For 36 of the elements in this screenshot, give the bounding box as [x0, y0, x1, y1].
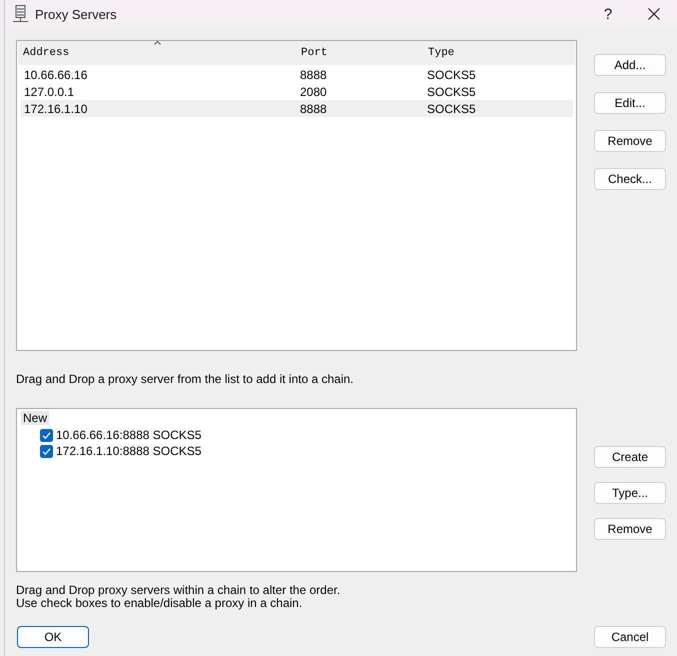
ok-button[interactable]: OK: [17, 626, 89, 648]
chain-action-button[interactable]: Remove: [594, 518, 666, 540]
port-cell: 8888: [300, 68, 327, 82]
address-cell: 127.0.0.1: [24, 84, 74, 98]
chain-hint-text: Drag and Drop proxy servers within a chain to alter the order.: [16, 584, 340, 597]
table-row[interactable]: 172.16.1.10 8888 SOCKS5: [21, 100, 573, 117]
column-header[interactable]: Port: [301, 47, 328, 59]
server-icon: [13, 5, 28, 23]
proxy-action-button[interactable]: Remove: [594, 130, 666, 152]
help-button[interactable]: ?: [585, 0, 631, 28]
proxy-action-button[interactable]: Add...: [594, 54, 666, 76]
port-cell: 8888: [300, 102, 327, 116]
address-cell: 172.16.1.10: [24, 102, 88, 116]
chain-action-button[interactable]: Create: [594, 446, 666, 468]
port-cell: 2080: [300, 84, 327, 98]
checkbox[interactable]: [40, 428, 53, 442]
table-row[interactable]: 127.0.0.1 2080 SOCKS5: [21, 83, 573, 100]
chain-action-button[interactable]: Type...: [594, 482, 666, 504]
table-row[interactable]: 10.66.66.16 8888 SOCKS5: [21, 66, 573, 83]
checkbox[interactable]: [40, 444, 53, 458]
proxy-entry-label: 10.66.66.16:8888 SOCKS5: [56, 428, 202, 442]
proxy-entry-label: 172.16.1.10:8888 SOCKS5: [56, 444, 202, 458]
type-cell: SOCKS5: [427, 84, 476, 98]
cancel-button[interactable]: Cancel: [594, 626, 666, 648]
list-hint-text: Drag and Drop a proxy server from the list to add it into a chain.: [16, 372, 354, 386]
close-icon: [648, 8, 660, 20]
proxy-action-button[interactable]: Edit...: [594, 92, 666, 114]
address-cell: 10.66.66.16: [24, 68, 88, 82]
window-title: Proxy Servers: [35, 6, 118, 22]
chain-item[interactable]: New: [21, 411, 50, 425]
chain-hint-text: Use check boxes to enable/disable a proxy in a chain.: [16, 597, 302, 610]
type-cell: SOCKS5: [427, 102, 476, 116]
type-cell: SOCKS5: [427, 68, 476, 82]
column-header[interactable]: Type: [428, 47, 454, 59]
column-header[interactable]: Address: [23, 47, 70, 59]
proxy-action-button[interactable]: Check...: [594, 168, 666, 190]
